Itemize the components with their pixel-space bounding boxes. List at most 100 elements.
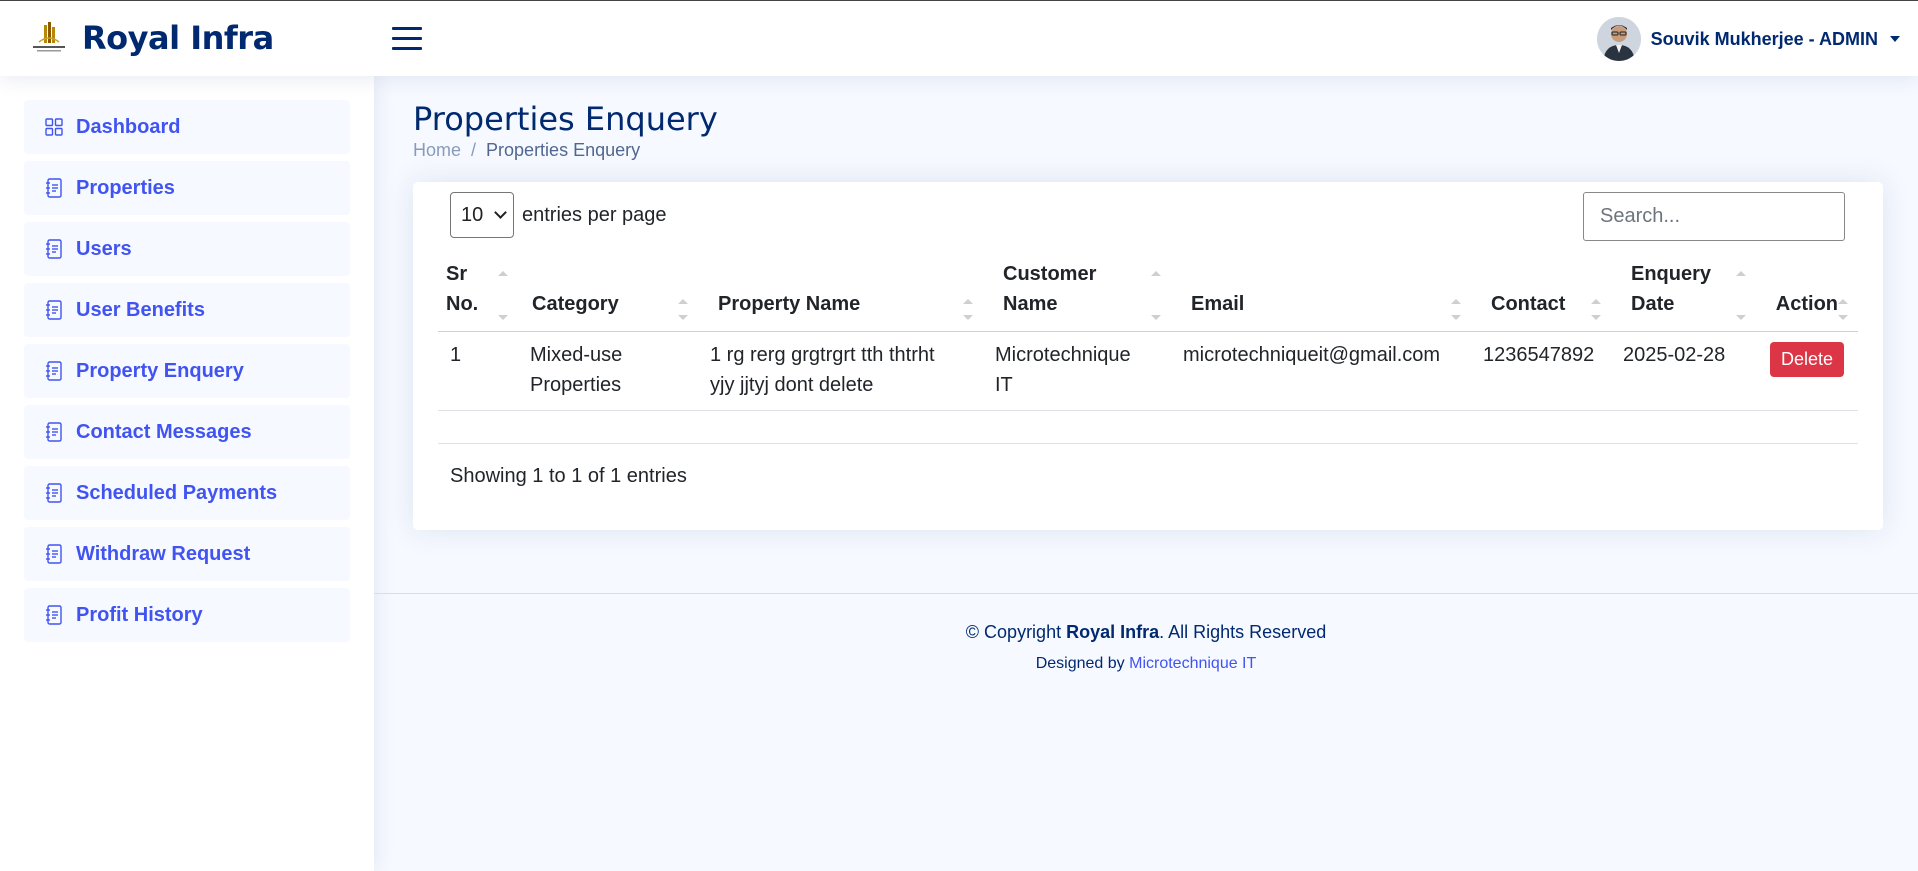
sidebar-item-user-benefits[interactable]: User Benefits xyxy=(24,283,350,337)
sort-up-icon xyxy=(963,299,973,304)
sidebar-item-profit-history[interactable]: Profit History xyxy=(24,588,350,642)
column-header-sr-no[interactable]: Sr No. xyxy=(438,257,518,332)
column-label: Contact xyxy=(1491,292,1566,315)
sort-up-icon xyxy=(1838,299,1848,304)
cell-text: Microtechnique xyxy=(995,343,1131,366)
column-label: Category xyxy=(532,292,619,315)
sort-down-icon xyxy=(963,314,973,320)
column-label: Customer xyxy=(1003,262,1097,285)
column-header-enquery-date[interactable]: Enquery Date xyxy=(1611,257,1756,332)
copyright-prefix: © Copyright xyxy=(965,622,1062,642)
cell-category: Mixed-use Properties xyxy=(518,331,698,411)
sort-up-icon xyxy=(1451,299,1461,304)
journal-text-icon xyxy=(44,422,64,442)
cell-text: Mixed-use xyxy=(530,343,623,366)
sidebar-toggle-menu-icon[interactable] xyxy=(392,27,422,51)
sidebar: Dashboard Properties Users User Benefits… xyxy=(0,76,374,871)
avatar xyxy=(1596,17,1641,61)
logo[interactable]: Royal Infra xyxy=(28,19,274,57)
cell-customer-name: Microtechnique IT xyxy=(983,331,1171,411)
cell-email: microtechniqueit@gmail.com xyxy=(1171,331,1471,411)
column-label: No. xyxy=(446,292,479,315)
column-label: Date xyxy=(1631,292,1675,315)
cell-text: IT xyxy=(995,373,1013,396)
breadcrumb-home-link[interactable]: Home xyxy=(413,140,461,161)
sidebar-item-label: Properties xyxy=(76,176,175,199)
sidebar-item-label: Dashboard xyxy=(76,115,181,138)
credits: Designed by Microtechnique IT xyxy=(374,655,1918,673)
per-page-select[interactable]: 10 xyxy=(450,192,514,238)
sort-up-icon xyxy=(1151,271,1161,276)
page-title: Properties Enquery xyxy=(413,100,718,138)
copyright-suffix: . All Rights Reserved xyxy=(1159,622,1327,642)
entries-per-page: 10 entries per page xyxy=(450,192,667,238)
sidebar-item-dashboard[interactable]: Dashboard xyxy=(24,100,350,154)
sort-up-icon xyxy=(1736,271,1746,276)
sort-up-icon xyxy=(678,299,688,304)
sort-up-icon xyxy=(498,271,508,276)
table-row: 1 Mixed-use Properties 1 rg rerg grgtrgr… xyxy=(438,331,1858,411)
sort-down-icon xyxy=(1838,314,1848,320)
delete-button[interactable]: Delete xyxy=(1769,341,1844,377)
cell-text: 1 rg rerg grgtrgrt tth thtrht xyxy=(710,343,935,366)
sidebar-item-label: Withdraw Request xyxy=(76,542,251,565)
journal-text-icon xyxy=(44,239,64,259)
sort-down-icon xyxy=(678,314,688,320)
column-header-email[interactable]: Email xyxy=(1171,257,1471,332)
sidebar-item-label: Property Enquery xyxy=(76,359,244,382)
journal-text-icon xyxy=(44,483,64,503)
sort-down-icon xyxy=(498,314,508,320)
chevron-down-icon xyxy=(494,206,507,219)
copyright-brand: Royal Infra xyxy=(1066,622,1160,642)
column-label: Email xyxy=(1191,292,1245,315)
footer: © Copyright Royal Infra. All Rights Rese… xyxy=(374,593,1918,673)
column-label: Property Name xyxy=(718,292,861,315)
sort-down-icon xyxy=(1451,314,1461,320)
sidebar-item-label: Contact Messages xyxy=(76,420,252,443)
column-header-property-name[interactable]: Property Name xyxy=(698,257,983,332)
journal-text-icon xyxy=(44,605,64,625)
cell-text: yjy jjtyj dont delete xyxy=(710,373,874,396)
sidebar-item-label: Profit History xyxy=(76,603,203,626)
search-input[interactable] xyxy=(1583,192,1845,241)
sort-up-icon xyxy=(1591,299,1601,304)
breadcrumb-separator: / xyxy=(471,140,477,160)
sidebar-item-users[interactable]: Users xyxy=(24,222,350,276)
brand-name: Royal Infra xyxy=(82,19,274,57)
sidebar-item-property-enquery[interactable]: Property Enquery xyxy=(24,344,350,398)
table-header-row: Sr No. Category Property Name Customer N… xyxy=(438,257,1858,332)
cell-property-name: 1 rg rerg grgtrgrt tth thtrht yjy jjtyj … xyxy=(698,331,983,411)
chevron-down-icon xyxy=(1890,36,1900,42)
user-name: Souvik Mukherjee - ADMIN xyxy=(1650,28,1878,49)
logo-emblem-icon xyxy=(28,19,70,57)
sort-down-icon xyxy=(1736,314,1746,320)
column-header-contact[interactable]: Contact xyxy=(1471,257,1611,332)
journal-text-icon xyxy=(44,300,64,320)
journal-text-icon xyxy=(44,178,64,198)
cell-action: Delete xyxy=(1756,331,1858,411)
column-header-action[interactable]: Action xyxy=(1756,257,1858,332)
cell-enquery-date: 2025-02-28 xyxy=(1611,331,1756,411)
column-label: Action xyxy=(1775,292,1838,315)
cell-text: Properties xyxy=(530,373,622,396)
breadcrumb-current: Properties Enquery xyxy=(486,140,641,160)
cell-contact: 1236547892 xyxy=(1471,331,1611,411)
sort-down-icon xyxy=(1591,314,1601,320)
breadcrumb: Home / Properties Enquery xyxy=(413,140,640,161)
per-page-label: entries per page xyxy=(522,203,667,226)
sidebar-item-properties[interactable]: Properties xyxy=(24,161,350,215)
column-header-customer-name[interactable]: Customer Name xyxy=(983,257,1171,332)
per-page-value: 10 xyxy=(461,203,484,226)
main-content: Properties Enquery Home / Properties Enq… xyxy=(374,76,1918,871)
column-header-category[interactable]: Category xyxy=(518,257,698,332)
profile-dropdown[interactable]: Souvik Mukherjee - ADMIN xyxy=(1596,17,1900,61)
sidebar-item-withdraw-request[interactable]: Withdraw Request xyxy=(24,527,350,581)
table-summary: Showing 1 to 1 of 1 entries xyxy=(450,465,687,487)
grid-icon xyxy=(44,117,64,137)
top-header: Royal Infra Souvik Mukherjee - ADMIN xyxy=(0,0,1918,76)
designer-link[interactable]: Microtechnique IT xyxy=(1129,655,1256,672)
column-label: Sr xyxy=(446,262,468,285)
sidebar-item-contact-messages[interactable]: Contact Messages xyxy=(24,405,350,459)
sidebar-item-scheduled-payments[interactable]: Scheduled Payments xyxy=(24,466,350,520)
journal-text-icon xyxy=(44,544,64,564)
